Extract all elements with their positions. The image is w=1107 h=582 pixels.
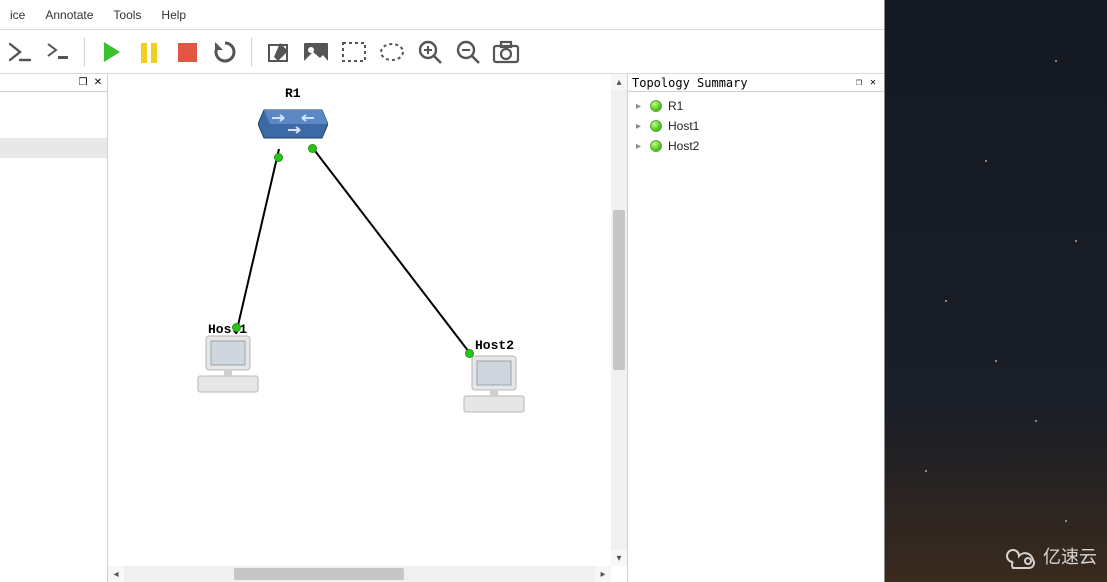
- menu-annotate[interactable]: Annotate: [35, 1, 103, 29]
- topology-tree: ▸ R1 ▸ Host1 ▸ Host2: [628, 92, 884, 160]
- watermark: 亿速云: [1001, 542, 1097, 570]
- toolbar: [0, 30, 884, 74]
- topology-summary-title: Topology Summary: [632, 76, 748, 90]
- tree-item-r1[interactable]: ▸ R1: [630, 96, 882, 116]
- chevron-right-icon[interactable]: ▸: [636, 121, 644, 132]
- router-icon[interactable]: [258, 100, 328, 145]
- topology-canvas[interactable]: R1 Host1: [108, 74, 627, 582]
- chevron-right-icon[interactable]: ▸: [636, 141, 644, 152]
- console-mini-icon[interactable]: [42, 36, 74, 68]
- image-icon[interactable]: [300, 36, 332, 68]
- status-led-icon: [650, 140, 662, 152]
- close-panel-icon[interactable]: ✕: [866, 76, 880, 90]
- topology-summary-panel: Topology Summary ❐ ✕ ▸ R1 ▸ Host1 ▸: [628, 74, 884, 582]
- watermark-text: 亿速云: [1043, 543, 1097, 569]
- restore-panel-icon[interactable]: ❐: [852, 76, 866, 90]
- toolbar-separator: [84, 38, 85, 66]
- restore-panel-icon[interactable]: ❐: [76, 76, 90, 90]
- console-prompt-icon[interactable]: [4, 36, 36, 68]
- play-icon[interactable]: [95, 36, 127, 68]
- ellipse-select-icon[interactable]: [376, 36, 408, 68]
- tree-item-label: Host1: [668, 119, 699, 133]
- tree-item-host1[interactable]: ▸ Host1: [630, 116, 882, 136]
- stop-icon[interactable]: [171, 36, 203, 68]
- reload-icon[interactable]: [209, 36, 241, 68]
- menu-help[interactable]: Help: [151, 1, 196, 29]
- menu-tools[interactable]: Tools: [103, 1, 151, 29]
- zoom-in-icon[interactable]: [414, 36, 446, 68]
- port-r1-2[interactable]: [308, 144, 317, 153]
- topology-canvas-pane: R1 Host1: [108, 74, 628, 582]
- left-panel-header: ❐ ✕: [0, 74, 107, 92]
- zoom-out-icon[interactable]: [452, 36, 484, 68]
- port-host2[interactable]: [465, 349, 474, 358]
- toolbar-separator: [251, 38, 252, 66]
- port-host1[interactable]: [232, 323, 241, 332]
- edit-box-icon[interactable]: [262, 36, 294, 68]
- status-led-icon: [650, 100, 662, 112]
- status-led-icon: [650, 120, 662, 132]
- port-r1-1[interactable]: [274, 153, 283, 162]
- chevron-right-icon[interactable]: ▸: [636, 101, 644, 112]
- close-panel-icon[interactable]: ✕: [91, 76, 105, 90]
- link-layer: [108, 74, 627, 574]
- left-dock-panel: ❐ ✕: [0, 74, 108, 582]
- rect-select-icon[interactable]: [338, 36, 370, 68]
- left-panel-selected-row[interactable]: [0, 138, 107, 158]
- host1-icon[interactable]: [194, 332, 264, 405]
- menubar: ice Annotate Tools Help: [0, 0, 884, 30]
- tree-item-host2[interactable]: ▸ Host2: [630, 136, 882, 156]
- host2-icon[interactable]: [460, 352, 530, 425]
- menu-device[interactable]: ice: [0, 1, 35, 29]
- tree-item-label: R1: [668, 99, 683, 113]
- gns3-app-window: ice Annotate Tools Help: [0, 0, 885, 582]
- tree-item-label: Host2: [668, 139, 699, 153]
- pause-icon[interactable]: [133, 36, 165, 68]
- camera-icon[interactable]: [490, 36, 522, 68]
